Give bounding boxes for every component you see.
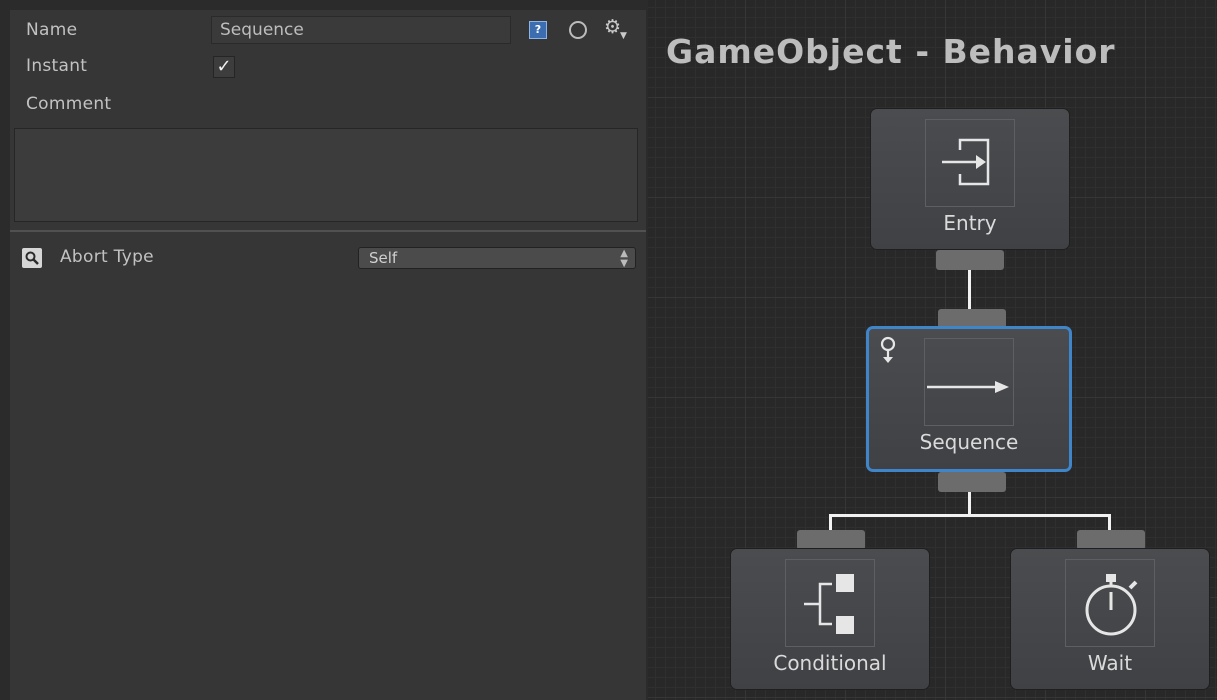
entry-icon — [942, 138, 990, 186]
dropdown-caret-icon: ▼ — [620, 31, 627, 41]
node-label: Conditional — [773, 651, 887, 675]
node-conditional[interactable]: Conditional — [730, 548, 930, 690]
search-icon[interactable] — [22, 248, 42, 268]
abort-type-value: Self — [369, 249, 398, 267]
comment-textarea[interactable] — [14, 128, 638, 222]
output-port[interactable] — [936, 250, 1004, 270]
help-icon[interactable]: ? — [529, 21, 547, 39]
node-sequence[interactable]: Sequence — [866, 326, 1072, 472]
input-port[interactable] — [1077, 530, 1145, 550]
stopwatch-icon — [1085, 574, 1138, 636]
instant-checkbox[interactable]: ✓ — [213, 56, 235, 78]
wait-icon-box — [1065, 559, 1155, 647]
abort-type-label: Abort Type — [60, 247, 154, 267]
node-entry[interactable]: Entry — [870, 108, 1070, 250]
graph-title: GameObject - Behavior — [666, 32, 1116, 71]
inspector-panel: Name ? ⚙▼ Instant ✓ Comment Abort Type S… — [10, 10, 646, 700]
section-divider — [10, 230, 646, 232]
node-label: Entry — [943, 211, 997, 235]
connection-wire — [968, 270, 971, 312]
connection-wire — [829, 514, 1111, 517]
repeat-icon — [880, 336, 896, 363]
name-input[interactable] — [211, 16, 511, 44]
input-port[interactable] — [797, 530, 865, 550]
comment-label: Comment — [26, 94, 112, 114]
instant-label: Instant — [26, 56, 88, 76]
circle-icon[interactable] — [569, 21, 587, 39]
conditional-icon-box — [785, 559, 875, 647]
entry-icon-box — [925, 119, 1015, 207]
output-port[interactable] — [938, 472, 1006, 492]
node-label: Sequence — [919, 430, 1019, 454]
node-wait[interactable]: Wait — [1010, 548, 1210, 690]
sequence-arrow-icon — [927, 381, 1009, 393]
sequence-icon-box — [924, 338, 1014, 426]
connection-wire — [968, 490, 971, 516]
abort-type-select[interactable]: Self ▲ ▼ — [358, 247, 636, 269]
gear-icon[interactable]: ⚙ ▼ — [604, 14, 630, 41]
conditional-icon — [804, 574, 854, 634]
select-arrows-icon: ▲ ▼ — [620, 248, 628, 269]
behavior-graph-canvas[interactable]: GameObject - Behavior Entry Sequence Con… — [648, 0, 1217, 700]
name-label: Name — [26, 20, 78, 40]
node-label: Wait — [1087, 651, 1133, 675]
